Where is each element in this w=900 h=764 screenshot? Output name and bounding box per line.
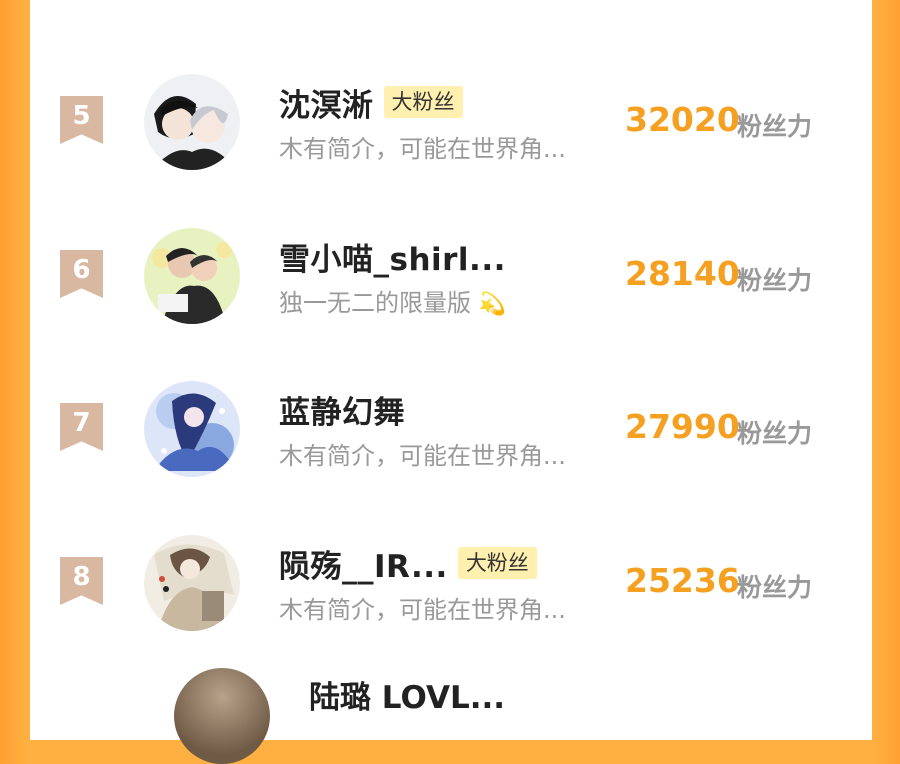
leaderboard-card: 5 沈溟淅 大粉丝 木有简介，可能在世界角... 32020 粉丝力 6 雪小喵… <box>30 0 872 764</box>
user-name[interactable]: 蓝静幻舞 <box>279 387 405 432</box>
fan-power-label: 粉丝力 <box>737 573 813 602</box>
rank-badge: 5 <box>60 96 103 144</box>
big-fan-badge: 大粉丝 <box>457 547 537 579</box>
name-line: 沈溟淅 大粉丝 <box>279 80 463 125</box>
user-bio: 木有简介，可能在世界角... <box>279 135 566 163</box>
leaderboard-row[interactable]: 8 陨殇__IR... 大粉丝 木有简介，可能在世界角... 25236 粉丝力 <box>30 535 872 685</box>
user-name[interactable]: 陆璐 LOVL... <box>309 672 505 717</box>
leaderboard-row[interactable]: 6 雪小喵_shirl... 独一无二的限量版 💫 28140 粉丝力 <box>30 228 872 378</box>
user-avatar[interactable] <box>144 381 240 477</box>
fan-power-score: 28140 <box>625 254 740 293</box>
user-bio: 独一无二的限量版 💫 <box>279 283 506 318</box>
user-bio: 木有简介，可能在世界角... <box>279 442 566 470</box>
next-row-partial[interactable]: 陆璐 LOVL... <box>30 668 900 764</box>
avatar-couple-photo-icon <box>144 228 240 324</box>
name-line: 雪小喵_shirl... <box>279 234 506 279</box>
fan-power-label: 粉丝力 <box>737 112 813 141</box>
user-name[interactable]: 陨殇__IR... <box>279 541 448 586</box>
rank-badge: 6 <box>60 250 103 298</box>
user-avatar[interactable] <box>174 668 270 764</box>
name-line: 陨殇__IR... 大粉丝 <box>279 541 537 586</box>
rank-badge: 8 <box>60 557 103 605</box>
user-avatar[interactable] <box>144 228 240 324</box>
avatar-blue-anime-icon <box>144 381 240 477</box>
name-line: 蓝静幻舞 <box>279 387 405 432</box>
avatar-sepia-anime-icon <box>144 535 240 631</box>
fan-power-score: 25236 <box>625 561 740 600</box>
fan-power-score: 27990 <box>625 407 740 446</box>
avatar-anime-couple-icon <box>144 74 240 170</box>
user-bio: 木有简介，可能在世界角... <box>279 596 566 624</box>
user-avatar[interactable] <box>144 74 240 170</box>
fan-power-label: 粉丝力 <box>737 419 813 448</box>
leaderboard-row[interactable]: 5 沈溟淅 大粉丝 木有简介，可能在世界角... 32020 粉丝力 <box>30 74 872 224</box>
bio-text: 独一无二的限量版 <box>279 289 471 317</box>
sparkle-icon: 💫 <box>478 292 507 317</box>
rank-badge: 7 <box>60 403 103 451</box>
user-name[interactable]: 雪小喵_shirl... <box>279 234 506 279</box>
user-avatar[interactable] <box>144 535 240 631</box>
fan-power-label: 粉丝力 <box>737 266 813 295</box>
user-name[interactable]: 沈溟淅 <box>279 80 374 125</box>
big-fan-badge: 大粉丝 <box>383 86 463 118</box>
leaderboard-row[interactable]: 7 蓝静幻舞 木有简介，可能在世界角... 27990 粉丝力 <box>30 381 872 531</box>
fan-power-score: 32020 <box>625 100 740 139</box>
